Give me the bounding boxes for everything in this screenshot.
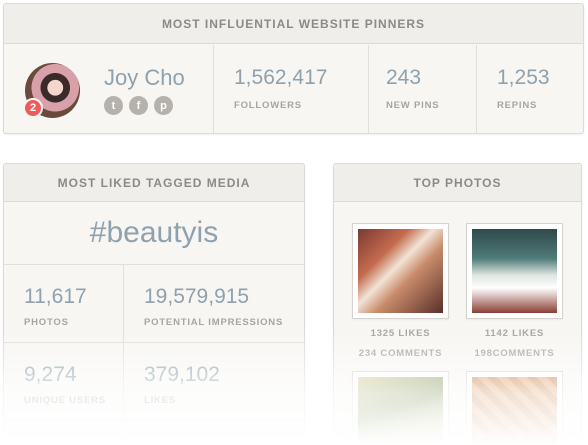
facebook-icon[interactable]: f (129, 96, 148, 115)
photo-thumbnail[interactable] (352, 371, 449, 445)
photo-image (358, 377, 443, 445)
twitter-icon[interactable]: t (104, 96, 123, 115)
photo-item[interactable] (352, 371, 449, 445)
photo-thumbnail[interactable] (352, 223, 449, 319)
pinner-name[interactable]: Joy Cho (104, 65, 185, 91)
rank-badge: 2 (23, 98, 43, 118)
stat-repins: 1,253 REPINS (477, 45, 583, 133)
top-photos-card: TOP PHOTOS 1325 LIKES 234 COMMENTS 1142 … (333, 163, 582, 445)
stat-value: 1,562,417 (234, 66, 328, 89)
media-stat-impressions: 19,579,915 POTENTIAL IMPRESSIONS (124, 265, 304, 343)
stat-followers: 1,562,417 FOLLOWERS (214, 45, 369, 133)
media-stats-grid: 11,617 PHOTOS 19,579,915 POTENTIAL IMPRE… (4, 265, 304, 421)
stat-value: 9,274 (24, 363, 77, 386)
influential-pinners-card: MOST INFLUENTIAL WEBSITE PINNERS 2 Joy C… (3, 3, 584, 134)
stat-label: FOLLOWERS (234, 100, 302, 111)
photo-item[interactable] (466, 371, 563, 445)
stat-label: PHOTOS (24, 317, 69, 328)
media-stat-photos: 11,617 PHOTOS (4, 265, 124, 343)
photo-image (472, 229, 557, 313)
social-links: t f p (104, 96, 173, 115)
photo-thumbnail[interactable] (466, 371, 563, 445)
top-photos-title: TOP PHOTOS (334, 164, 581, 202)
photo-image (358, 229, 443, 313)
stat-label: UNIQUE USERS (24, 395, 106, 406)
media-stat-users: 9,274 UNIQUE USERS (4, 343, 124, 421)
stat-value: 19,579,915 (144, 285, 250, 308)
photo-likes: 1325 LIKES (370, 328, 431, 339)
stat-label: POTENTIAL IMPRESSIONS (144, 317, 284, 328)
influential-pinners-title: MOST INFLUENTIAL WEBSITE PINNERS (4, 4, 583, 44)
photo-item[interactable]: 1142 LIKES 198COMMENTS (466, 223, 563, 359)
photo-item[interactable]: 1325 LIKES 234 COMMENTS (352, 223, 449, 359)
pinner-row: 2 Joy Cho t f p 1,562,417 FOLLOWERS 243 … (4, 45, 583, 133)
stat-value: 1,253 (497, 66, 550, 89)
stat-value: 11,617 (24, 285, 87, 308)
stat-new-pins: 243 NEW PINS (369, 45, 477, 133)
tagged-media-card: MOST LIKED TAGGED MEDIA #beautyis 11,617… (3, 163, 305, 445)
photo-thumbnail[interactable] (466, 223, 563, 319)
photo-comments: 234 COMMENTS (358, 348, 443, 359)
photo-image (472, 377, 557, 445)
stat-label: LIKES (144, 395, 176, 406)
stat-value: 379,102 (144, 363, 220, 386)
stat-value: 243 (386, 66, 422, 89)
hashtag[interactable]: #beautyis (4, 202, 304, 265)
tagged-media-title: MOST LIKED TAGGED MEDIA (4, 164, 304, 202)
photo-grid: 1325 LIKES 234 COMMENTS 1142 LIKES 198CO… (352, 223, 563, 445)
stat-label: NEW PINS (386, 100, 440, 111)
media-stat-likes: 379,102 LIKES (124, 343, 304, 421)
stat-label: REPINS (497, 100, 538, 111)
pinner-profile[interactable]: 2 Joy Cho t f p (4, 45, 214, 133)
pinterest-icon[interactable]: p (154, 96, 173, 115)
photo-likes: 1142 LIKES (484, 328, 545, 339)
photo-comments: 198COMMENTS (474, 348, 555, 359)
